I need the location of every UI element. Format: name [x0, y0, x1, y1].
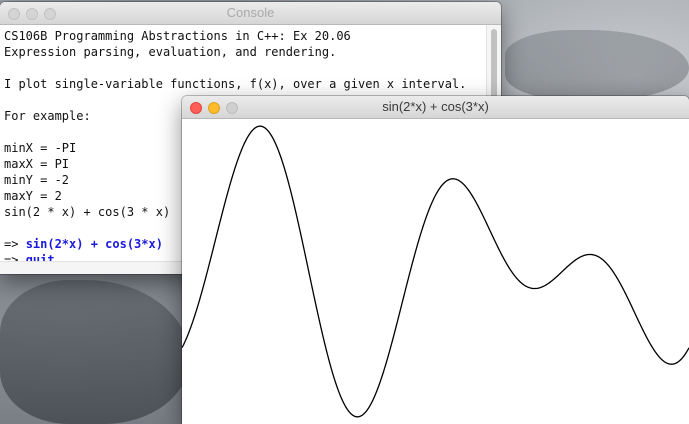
console-output-line: I plot single-variable functions, f(x), …	[4, 77, 467, 91]
console-output-line: Expression parsing, evaluation, and rend…	[4, 45, 337, 59]
console-titlebar[interactable]: Console	[0, 2, 501, 25]
graph-window[interactable]: sin(2*x) + cos(3*x)	[182, 96, 689, 424]
graph-title: sin(2*x) + cos(3*x)	[382, 99, 489, 114]
rock-texture	[0, 280, 190, 424]
console-title: Console	[226, 5, 275, 20]
rock-texture	[505, 30, 689, 100]
plot-canvas[interactable]	[182, 119, 689, 424]
console-output-line: CS106B Programming Abstractions in C++: …	[4, 29, 351, 43]
prompt-symbol: =>	[4, 237, 26, 251]
graph-titlebar[interactable]: sin(2*x) + cos(3*x)	[182, 96, 689, 119]
function-curve	[182, 125, 689, 418]
function-plot	[182, 125, 689, 418]
command-text: sin(2*x) + cos(3*x)	[25, 237, 163, 251]
